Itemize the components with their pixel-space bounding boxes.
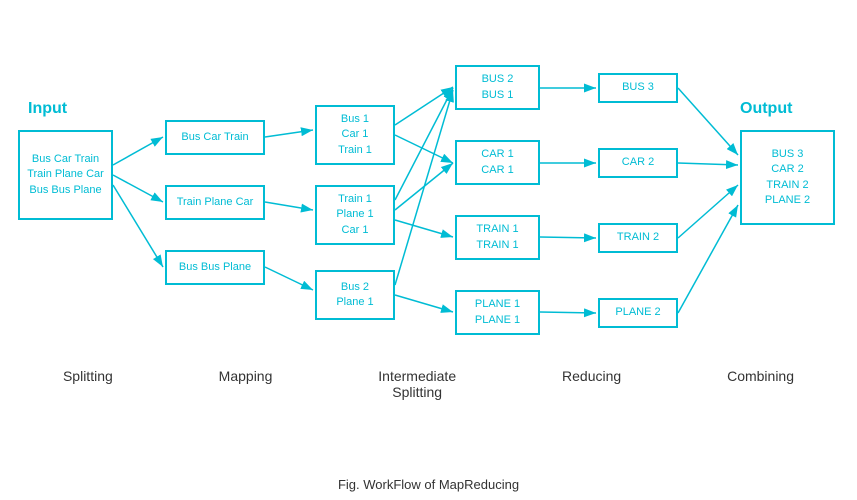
- stage-label-intermediate: IntermediateSplitting: [378, 368, 456, 400]
- inter-box-1: BUS 2 BUS 1: [455, 65, 540, 110]
- split-box-1: Bus 1 Car 1 Train 1: [315, 105, 395, 165]
- reduce-box-3: TRAIN 2: [598, 223, 678, 253]
- stage-label-combining: Combining: [727, 368, 794, 400]
- fig-caption: Fig. WorkFlow of MapReducing: [0, 477, 857, 492]
- stage-label-reducing: Reducing: [562, 368, 621, 400]
- reduce-box-1: BUS 3: [598, 73, 678, 103]
- map-box-3: Bus Bus Plane: [165, 250, 265, 285]
- input-label: Input: [28, 100, 67, 118]
- inter-box-2: CAR 1 CAR 1: [455, 140, 540, 185]
- map-box-2: Train Plane Car: [165, 185, 265, 220]
- diagram-container: Input Output Bus Car Train Train Plane C…: [0, 0, 857, 460]
- stage-label-splitting: Splitting: [63, 368, 113, 400]
- stage-label-mapping: Mapping: [219, 368, 273, 400]
- split-box-3: Bus 2 Plane 1: [315, 270, 395, 320]
- reduce-box-2: CAR 2: [598, 148, 678, 178]
- map-box-1: Bus Car Train: [165, 120, 265, 155]
- split-box-2: Train 1 Plane 1 Car 1: [315, 185, 395, 245]
- inter-box-3: TRAIN 1 TRAIN 1: [455, 215, 540, 260]
- output-label: Output: [740, 100, 792, 118]
- input-box: Bus Car Train Train Plane Car Bus Bus Pl…: [18, 130, 113, 220]
- reduce-box-4: PLANE 2: [598, 298, 678, 328]
- output-box: BUS 3 CAR 2 TRAIN 2 PLANE 2: [740, 130, 835, 225]
- inter-box-4: PLANE 1 PLANE 1: [455, 290, 540, 335]
